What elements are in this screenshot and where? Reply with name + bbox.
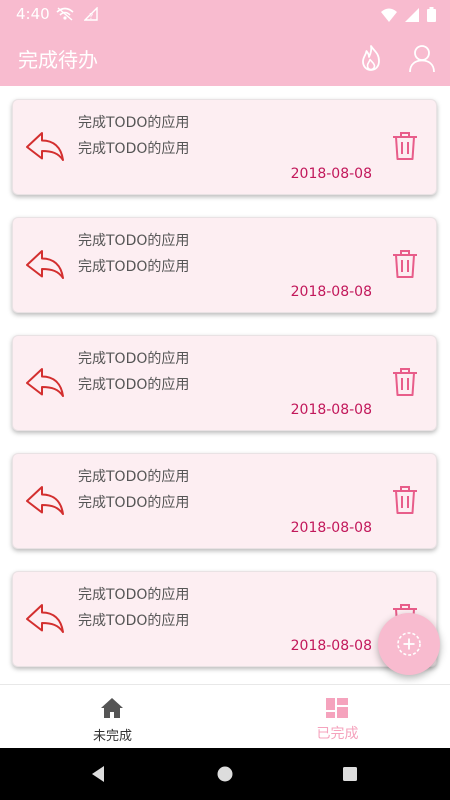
todo-date: 2018-08-08	[290, 284, 372, 300]
todo-content: 完成TODO的应用	[78, 377, 190, 393]
home-circle-icon[interactable]	[215, 764, 235, 784]
trash-icon[interactable]	[391, 130, 419, 162]
undo-arrow-icon[interactable]	[25, 130, 65, 164]
todo-card[interactable]: 完成TODO的应用 完成TODO的应用 2018-08-08	[12, 335, 437, 431]
status-bar: 4:40 ?	[0, 0, 450, 30]
recents-icon[interactable]	[340, 764, 360, 784]
todo-content: 完成TODO的应用	[78, 495, 190, 511]
home-icon	[101, 698, 123, 718]
back-icon[interactable]	[88, 764, 108, 784]
cell-signal-icon	[405, 7, 419, 22]
nav-label-incomplete: 未完成	[92, 729, 132, 744]
svg-text:?: ?	[89, 12, 93, 21]
todo-date: 2018-08-08	[290, 638, 372, 654]
todo-list[interactable]: 完成TODO的应用 完成TODO的应用 2018-08-08 完成TODO的应用…	[0, 86, 450, 684]
todo-date: 2018-08-08	[290, 166, 372, 182]
trash-icon[interactable]	[391, 366, 419, 398]
todo-content: 完成TODO的应用	[78, 613, 190, 629]
undo-arrow-icon[interactable]	[25, 366, 65, 400]
bottom-nav: 未完成 已完成	[0, 684, 450, 748]
trash-icon[interactable]	[391, 248, 419, 280]
todo-title: 完成TODO的应用	[78, 115, 190, 131]
todo-title: 完成TODO的应用	[78, 469, 190, 485]
todo-title: 完成TODO的应用	[78, 587, 190, 603]
todo-card[interactable]: 完成TODO的应用 完成TODO的应用 2018-08-08	[12, 99, 437, 195]
todo-content: 完成TODO的应用	[78, 141, 190, 157]
todo-content: 完成TODO的应用	[78, 259, 190, 275]
battery-icon	[427, 7, 436, 22]
fire-icon	[362, 45, 380, 71]
todo-date: 2018-08-08	[290, 402, 372, 418]
nav-label-completed: 已完成	[316, 726, 359, 742]
nav-item-incomplete[interactable]: 未完成	[0, 685, 225, 749]
page-title: 完成待办	[18, 48, 98, 72]
status-right-icons	[381, 7, 436, 22]
nav-item-completed[interactable]: 已完成	[225, 685, 450, 749]
status-left-icons: ?	[56, 7, 98, 21]
system-nav-bar	[0, 748, 450, 800]
todo-date: 2018-08-08	[290, 520, 372, 536]
todo-title: 完成TODO的应用	[78, 351, 190, 367]
undo-arrow-icon[interactable]	[25, 248, 65, 282]
wifi-icon	[381, 8, 397, 22]
signal-unknown-icon: ?	[84, 7, 98, 21]
status-time: 4:40	[16, 5, 50, 23]
wifi-off-icon	[56, 7, 74, 21]
app-bar: 完成待办	[0, 30, 450, 86]
fire-button[interactable]	[355, 42, 387, 74]
todo-card[interactable]: 完成TODO的应用 完成TODO的应用 2018-08-08	[12, 217, 437, 313]
todo-card[interactable]: 完成TODO的应用 完成TODO的应用 2018-08-08	[12, 453, 437, 549]
undo-arrow-icon[interactable]	[25, 602, 65, 636]
user-icon	[409, 45, 435, 73]
todo-title: 完成TODO的应用	[78, 233, 190, 249]
trash-icon[interactable]	[391, 484, 419, 516]
todo-card[interactable]: 完成TODO的应用 完成TODO的应用 2018-08-08	[12, 571, 437, 667]
undo-arrow-icon[interactable]	[25, 484, 65, 518]
add-todo-button[interactable]	[378, 613, 440, 675]
dashboard-icon	[326, 698, 348, 718]
user-button[interactable]	[406, 42, 438, 74]
add-circle-icon	[397, 632, 421, 656]
